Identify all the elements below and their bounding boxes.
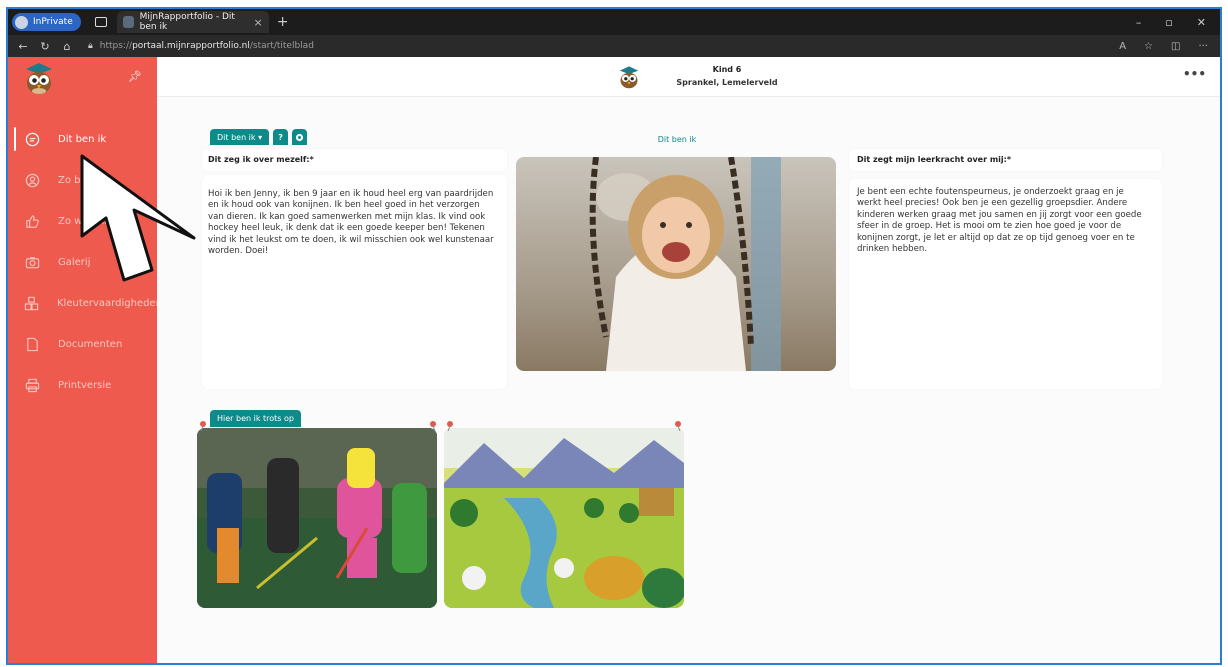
minimize-button[interactable]: – xyxy=(1136,16,1142,29)
sidebar-item-kleutervaardigheden[interactable]: Kleutervaardigheden xyxy=(8,283,162,324)
school-name: Sprankel, Lemelerveld xyxy=(676,78,778,87)
site-favicon-icon xyxy=(122,16,134,28)
url-path: /start/titelblad xyxy=(249,41,314,51)
photo-label: Dit ben ik xyxy=(657,135,697,144)
pushpin-icon xyxy=(447,421,453,431)
teacher-title-card: Dit zegt mijn leerkracht over mij:* xyxy=(849,149,1162,171)
page-toolbar: Dit ben ik ▾ ? xyxy=(210,129,308,145)
read-aloud-icon[interactable]: A xyxy=(1119,41,1126,52)
blocks-icon xyxy=(24,296,39,312)
sidebar-item-label: Printversie xyxy=(58,380,112,391)
sidebar-item-label: Documenten xyxy=(58,339,123,350)
tab-actions-icon[interactable] xyxy=(94,17,107,27)
teacher-text: Je bent een echte foutenspeurneus, je on… xyxy=(857,187,1142,255)
sidebar-item-documenten[interactable]: Documenten xyxy=(8,324,157,365)
drawing-photo[interactable] xyxy=(444,428,684,608)
hockey-photo[interactable] xyxy=(197,428,437,608)
pin-icon[interactable]: 📌︎ xyxy=(128,70,142,83)
browser-tab-active[interactable]: MijnRapportfolio - Dit ben ik × xyxy=(116,11,269,33)
sidebar: 📌︎ Dit ben ik Zo ben ik xyxy=(8,57,162,663)
url-field[interactable]: 🔒︎ https://portaal.mijnrapportfolio.nl/s… xyxy=(88,41,314,51)
owl-avatar-icon xyxy=(619,66,639,89)
document-icon xyxy=(24,337,40,353)
favorites-icon[interactable]: ☆ xyxy=(1144,41,1153,52)
inprivate-label: InPrivate xyxy=(33,17,73,27)
restore-button[interactable]: ▫ xyxy=(1165,16,1172,29)
window-controls: – ▫ ✕ xyxy=(1136,16,1220,29)
settings-button[interactable] xyxy=(292,129,308,145)
browser-window: InPrivate MijnRapportfolio - Dit ben ik … xyxy=(6,7,1222,665)
page-select-dropdown[interactable]: Dit ben ik ▾ xyxy=(210,129,270,145)
teacher-title: Dit zegt mijn leerkracht over mij:* xyxy=(857,155,1012,164)
owl-logo-icon xyxy=(26,63,52,94)
top-bar: Kind 6 Sprankel, Lemelerveld ••• xyxy=(157,57,1220,97)
more-options-button[interactable]: ••• xyxy=(1183,67,1206,81)
home-icon[interactable]: ⌂ xyxy=(56,40,78,53)
camera-icon xyxy=(24,255,40,271)
back-arrow-icon[interactable]: ← xyxy=(12,40,34,53)
pushpin-icon xyxy=(675,421,681,431)
address-bar: ← ↻ ⌂ 🔒︎ https://portaal.mijnrapportfoli… xyxy=(8,35,1220,57)
arrow-pointer-icon xyxy=(80,154,196,282)
inprivate-badge[interactable]: InPrivate xyxy=(12,13,81,31)
speech-bubble-icon xyxy=(24,132,40,148)
profile-photo[interactable] xyxy=(516,157,836,371)
pushpin-icon xyxy=(200,421,206,431)
new-tab-button[interactable]: + xyxy=(277,14,289,30)
proud-section-label: Hier ben ik trots op xyxy=(210,410,301,427)
url-domain: portaal.mijnrapportfolio.nl xyxy=(132,41,250,51)
self-title-card: Dit zeg ik over mezelf:* xyxy=(202,149,507,171)
tab-title: MijnRapportfolio - Dit ben ik xyxy=(139,12,235,32)
self-text: Hoi ik ben Jenny, ik ben 9 jaar en ik ho… xyxy=(208,189,494,257)
main-content: Kind 6 Sprankel, Lemelerveld ••• Dit ben… xyxy=(157,57,1220,663)
printer-icon xyxy=(24,378,40,394)
browser-toolbar: A ☆ ◫ ··· xyxy=(1119,41,1220,52)
tab-close-icon[interactable]: × xyxy=(254,16,263,29)
thumbs-up-icon xyxy=(24,214,40,230)
sidebar-item-printversie[interactable]: Printversie xyxy=(8,365,157,406)
profile-avatar-icon xyxy=(15,15,28,29)
self-title: Dit zeg ik over mezelf:* xyxy=(208,155,314,164)
teacher-text-card[interactable]: Je bent een echte foutenspeurneus, je on… xyxy=(849,179,1162,389)
settings-icon xyxy=(295,133,304,141)
sidebar-item-label: Kleutervaardigheden xyxy=(57,298,162,309)
sidebar-item-label: Dit ben ik xyxy=(58,134,107,145)
child-name: Kind 6 xyxy=(712,65,742,74)
url-prefix: https:// xyxy=(99,41,133,51)
app-root: 📌︎ Dit ben ik Zo ben ik xyxy=(8,57,1220,663)
self-text-card[interactable]: Hoi ik ben Jenny, ik ben 9 jaar en ik ho… xyxy=(202,175,507,389)
lock-icon: 🔒︎ xyxy=(88,41,93,51)
close-window-button[interactable]: ✕ xyxy=(1197,16,1206,29)
split-screen-icon[interactable]: ◫ xyxy=(1171,41,1180,52)
tab-bar: InPrivate MijnRapportfolio - Dit ben ik … xyxy=(8,9,1220,35)
person-circle-icon xyxy=(24,173,40,189)
proud-label: Hier ben ik trots op xyxy=(210,410,301,427)
help-button[interactable]: ? xyxy=(273,129,289,145)
more-icon[interactable]: ··· xyxy=(1198,41,1208,52)
refresh-icon[interactable]: ↻ xyxy=(34,40,56,53)
pushpin-icon xyxy=(430,421,436,431)
